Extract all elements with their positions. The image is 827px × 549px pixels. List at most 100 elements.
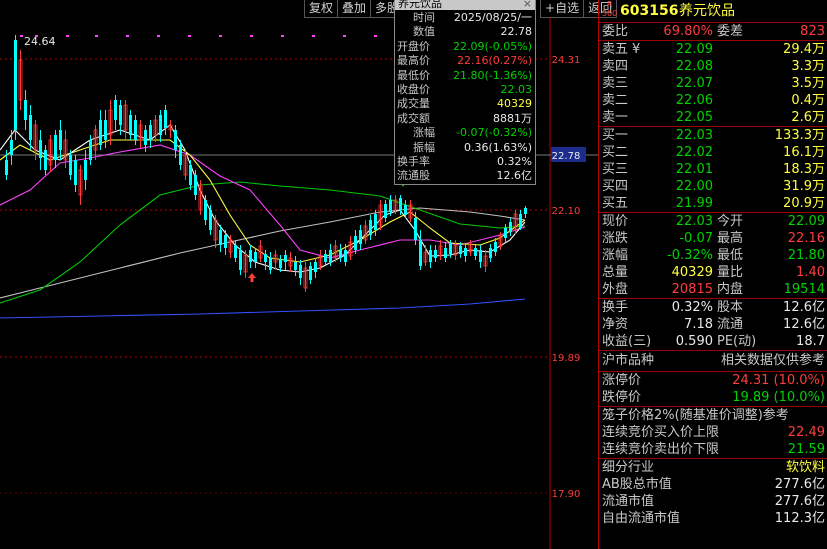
ask-price: 22.09	[675, 42, 713, 57]
cage-label: 连续竞价卖出价下限	[602, 442, 720, 457]
ask-price: 22.05	[675, 110, 713, 125]
candle	[153, 115, 158, 142]
tooltip-value: 0.32%	[497, 154, 532, 168]
ask-price: 22.06	[675, 93, 713, 108]
candle	[294, 256, 297, 276]
candle	[249, 245, 252, 268]
quote-value: 19514	[783, 282, 825, 297]
buy-arrow-icon	[248, 273, 256, 282]
tooltip-label: 收盘价	[397, 82, 430, 96]
tooltip-row: 开盘价 22.09(-0.05%)	[395, 40, 535, 54]
cage-value: 22.49	[787, 425, 825, 440]
candle	[509, 218, 512, 236]
candle	[39, 130, 42, 170]
ask-row: 卖三 22.07 3.5万	[599, 75, 827, 92]
overlay-button[interactable]: 叠加	[337, 0, 372, 18]
candle	[363, 220, 368, 244]
tooltip-value: 22.16(0.27%)	[456, 54, 532, 68]
candle	[314, 258, 317, 278]
fundamental-list: 换手 0.32% 股本 12.6亿 净资 7.18 流通 12.6亿 收益(三) 0.590 PE(…	[599, 298, 827, 350]
quote-value: 22.09	[787, 214, 825, 229]
marker-dot	[126, 35, 129, 37]
candle	[254, 248, 257, 268]
tooltip-row: 换手率 0.32%	[395, 155, 535, 169]
quote-value: 40329	[671, 265, 713, 280]
fund-label: PE(动)	[717, 334, 757, 349]
bid-row: 买一 22.03 133.3万	[599, 127, 827, 144]
ask-label: 卖四	[602, 59, 629, 74]
stock-code: 603156	[620, 3, 679, 19]
candle	[213, 215, 218, 248]
candle	[59, 120, 62, 160]
candle	[264, 250, 267, 270]
bid-label: 买一	[602, 128, 629, 143]
quote-list: 现价 22.03 今开 22.09 涨跌 -0.07 最高 22.16 涨幅 -0.32% 最低 21…	[599, 212, 827, 298]
tooltip-row: 最低价 21.80(-1.36%)	[395, 69, 535, 83]
candle	[369, 215, 372, 240]
quote-panel: R 500 603156 养元饮品 委比 69.80% 委差 823 卖五 ¥22.…	[598, 0, 827, 549]
fund-label: 流通	[717, 317, 744, 332]
candle	[168, 120, 173, 138]
add-watchlist-button[interactable]: +自选	[540, 0, 585, 18]
marker-dot	[312, 35, 315, 37]
ask-price: 22.08	[675, 59, 713, 74]
market-row: 沪市品种 相关数据仅供参考	[599, 350, 827, 371]
ask-mark: ¥	[632, 42, 641, 57]
close-icon[interactable]: ×	[523, 0, 532, 10]
restore-rights-button[interactable]: 复权	[304, 0, 339, 18]
limit-label: 跌停价	[602, 390, 642, 405]
limit-value: 24.31 (10.0%)	[732, 373, 825, 388]
bid-list: 买一 22.03 133.3万 买二 22.02 16.1万 买三 22.01 18.3万 买四 2…	[599, 126, 827, 212]
fund-row: 净资 7.18 流通 12.6亿	[599, 316, 827, 333]
candle	[504, 224, 507, 242]
marker-dot	[374, 35, 377, 37]
fund-label: 收益(三)	[602, 334, 652, 349]
fund-value: 12.6亿	[783, 300, 825, 315]
candle	[489, 244, 492, 262]
tooltip-label: 数值	[413, 25, 435, 39]
tooltip-row: 涨幅 -0.07(-0.32%)	[395, 126, 535, 140]
fund-row: 换手 0.32% 股本 12.6亿	[599, 299, 827, 316]
tooltip-row: 收盘价 22.03	[395, 83, 535, 97]
tooltip-row: 数值 22.78	[395, 25, 535, 39]
candle	[44, 145, 47, 175]
quote-value: 21.80	[787, 248, 825, 263]
candle	[234, 240, 237, 262]
tooltip-label: 涨幅	[413, 126, 435, 140]
quote-label: 内盘	[717, 282, 744, 297]
quote-row: 总量 40329 量比 1.40	[599, 264, 827, 281]
tooltip-value: 2025/08/25/一	[453, 11, 532, 24]
quote-label: 最低	[717, 248, 744, 263]
tooltip-label: 最低价	[397, 68, 430, 82]
bid-price: 22.02	[675, 145, 713, 160]
tooltip-row: 成交量 40329	[395, 97, 535, 111]
candle	[84, 150, 87, 190]
candle	[159, 110, 162, 142]
ask-label: 卖二	[602, 93, 629, 108]
candle	[189, 160, 192, 190]
candle	[519, 210, 522, 230]
quote-label: 最高	[717, 231, 744, 246]
cap-row: 自由流通市值 112.3亿	[599, 510, 827, 527]
tooltip-value: -0.07(-0.32%)	[456, 126, 532, 140]
stock-name: 养元饮品	[679, 3, 735, 19]
candle	[483, 250, 488, 272]
candle	[464, 244, 467, 262]
ask-volume: 0.4万	[791, 93, 825, 108]
high-price-marker: 24.64	[24, 35, 56, 48]
candle	[444, 242, 447, 262]
cage-label: 连续竞价买入价上限	[602, 425, 720, 440]
marker-dot	[281, 35, 284, 37]
quote-value: 22.16	[787, 231, 825, 246]
tooltip-value: 0.36(1.63%)	[463, 140, 532, 154]
tooltip-row: 流通股 12.6亿	[395, 169, 535, 183]
ask-volume: 3.5万	[791, 76, 825, 91]
bid-label: 买二	[602, 145, 629, 160]
cage-value: 21.59	[787, 442, 825, 457]
marker-dot	[20, 35, 23, 37]
candle	[48, 135, 53, 172]
data-tooltip: 养元饮品 × 时间 2025/08/25/一 数值 22.78 开盘价 22.09(-0.0…	[394, 0, 536, 185]
candle	[99, 110, 102, 150]
ask-volume: 2.6万	[791, 110, 825, 125]
candle	[303, 262, 308, 292]
